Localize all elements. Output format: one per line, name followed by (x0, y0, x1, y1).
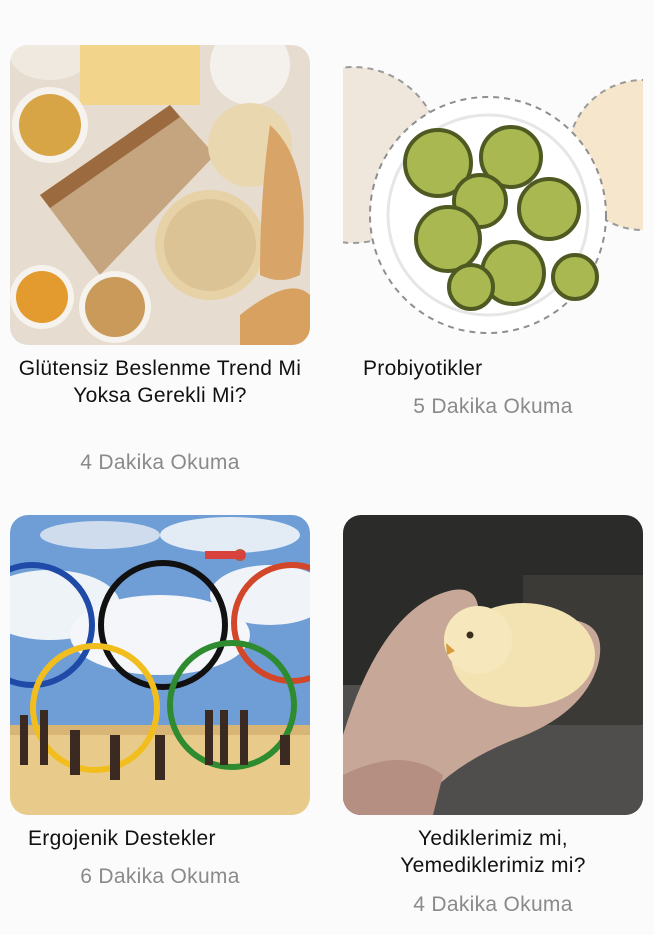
olympic-athletes-image[interactable] (10, 515, 310, 815)
article-card[interactable]: Probiyotikler 5 Dakika Okuma (343, 45, 643, 425)
article-title[interactable]: Yediklerimiz mi, Yemediklerimiz mi? (343, 825, 643, 879)
pickles-bowl-image[interactable] (343, 45, 643, 345)
reading-time: 6 Dakika Okuma (80, 865, 240, 888)
chick-in-hand-image[interactable] (343, 515, 643, 815)
article-title[interactable]: Probiyotikler (363, 355, 654, 382)
reading-time: 4 Dakika Okuma (80, 451, 240, 474)
article-title[interactable]: Glütensiz Beslenme Trend Mi Yoksa Gerekl… (10, 355, 310, 409)
reading-time: 4 Dakika Okuma (413, 893, 573, 916)
gluten-free-food-image[interactable] (10, 45, 310, 345)
article-card[interactable]: Glütensiz Beslenme Trend Mi Yoksa Gerekl… (10, 45, 310, 485)
reading-time: 5 Dakika Okuma (413, 395, 573, 418)
article-card[interactable]: Yediklerimiz mi, Yemediklerimiz mi? 4 Da… (343, 515, 643, 916)
article-title[interactable]: Ergojenik Destekler (28, 825, 328, 852)
article-card[interactable]: Ergojenik Destekler 6 Dakika Okuma (10, 515, 310, 895)
